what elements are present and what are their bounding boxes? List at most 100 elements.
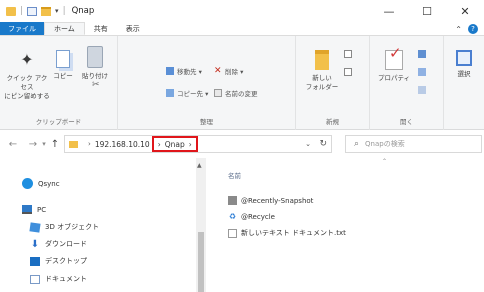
edit-button[interactable] — [418, 68, 426, 76]
new-folder-icon[interactable] — [41, 6, 52, 16]
history-button[interactable] — [418, 86, 426, 94]
recent-locations-button[interactable]: ▾ — [40, 140, 48, 148]
minimize-button[interactable]: — — [370, 0, 408, 22]
maximize-button[interactable]: ☐ — [408, 0, 446, 22]
properties-icon[interactable] — [27, 6, 38, 16]
refresh-button[interactable]: ↻ — [319, 139, 327, 149]
copy-button[interactable]: コピー — [52, 50, 74, 81]
file-name: @Recycle — [241, 212, 275, 221]
breadcrumb-current-highlight[interactable]: › Qnap › — [151, 136, 198, 152]
back-button[interactable]: ← — [6, 139, 20, 150]
up-button[interactable]: ↑ — [48, 139, 62, 150]
qsync-icon — [22, 178, 33, 189]
properties-label: プロパティ — [377, 74, 411, 82]
help-icon[interactable]: ? — [468, 24, 478, 34]
search-placeholder: Qnapの検索 — [365, 140, 405, 148]
rename-button[interactable]: 名前の変更 — [214, 88, 258, 98]
delete-label: 削除 ▾ — [225, 68, 244, 76]
pin-to-quick-access-button[interactable]: ✦ クイック アクセス にピン留めする — [4, 50, 50, 101]
nav-item-label: Qsync — [38, 179, 60, 188]
tab-home[interactable]: ホーム — [44, 22, 85, 35]
new-item-icon — [344, 50, 352, 58]
nav-item-qsync[interactable]: Qsync — [22, 178, 60, 189]
pin-label-line2: にピン留めする — [4, 92, 50, 100]
ribbon-tabs: ファイル ホーム 共有 表示 ⌃ ? — [0, 22, 484, 36]
new-item-button[interactable] — [344, 50, 352, 58]
recycle-bin-icon: ♻ — [228, 212, 237, 221]
window-controls: — ☐ ✕ — [370, 0, 484, 22]
file-row-text-document[interactable]: 新しいテキスト ドキュメント.txt — [228, 228, 346, 238]
open-group-label: 開く — [400, 118, 413, 126]
nav-item-3d-objects[interactable]: 3D オブジェクト — [29, 221, 99, 233]
tab-file[interactable]: ファイル — [0, 22, 44, 35]
copy-to-button[interactable]: コピー先 ▾ — [166, 88, 208, 98]
move-to-icon — [166, 67, 174, 75]
desktop-icon — [30, 256, 40, 266]
folder-icon — [69, 140, 78, 148]
nav-item-label: PC — [37, 205, 47, 214]
title-bar: | ▾ | Qnap — ☐ ✕ — [0, 0, 484, 22]
nav-item-pc[interactable]: PC — [22, 205, 46, 214]
file-row-recently-snapshot[interactable]: @Recently-Snapshot — [228, 196, 313, 205]
nav-item-desktop[interactable]: デスクトップ — [30, 256, 87, 266]
breadcrumb-separator[interactable]: › — [88, 140, 91, 148]
tab-view[interactable]: 表示 — [117, 22, 149, 35]
snapshot-folder-icon — [228, 196, 237, 205]
ribbon-collapse-icon[interactable]: ⌃ — [455, 25, 462, 34]
rename-icon — [214, 89, 222, 97]
tab-share[interactable]: 共有 — [85, 22, 117, 35]
copy-label: コピー — [53, 72, 73, 80]
edit-icon — [418, 68, 426, 76]
text-file-icon — [228, 228, 237, 238]
search-box[interactable]: ⌕ Qnapの検索 — [345, 135, 482, 153]
nav-pane-scrollbar[interactable]: ▲ — [196, 158, 206, 292]
breadcrumb-separator: › — [157, 139, 161, 149]
chevron-down-icon[interactable]: ▾ — [55, 7, 59, 15]
select-button[interactable]: 選択 — [448, 50, 480, 79]
properties-icon — [385, 49, 403, 70]
address-bar[interactable]: › 192.168.10.10 › Qnap › ⌄ ↻ — [64, 135, 332, 153]
quick-access-toolbar: | ▾ | — [0, 6, 66, 16]
file-row-recycle[interactable]: ♻ @Recycle — [228, 212, 275, 221]
column-header-name[interactable]: 名前 — [228, 170, 241, 180]
forward-button[interactable]: → — [26, 139, 40, 150]
scroll-thumb[interactable] — [198, 232, 204, 292]
history-icon — [418, 86, 426, 94]
breadcrumb-current: Qnap — [164, 139, 185, 149]
select-all-icon — [456, 50, 472, 66]
easy-access-button[interactable] — [344, 68, 352, 76]
pin-icon: ✦ — [20, 50, 34, 69]
easy-access-icon — [344, 68, 352, 76]
toolbar-divider: | — [62, 6, 66, 16]
close-button[interactable]: ✕ — [446, 0, 484, 22]
3d-objects-icon — [29, 221, 41, 233]
new-folder-button[interactable]: 新しい フォルダー — [304, 50, 340, 92]
copy-to-icon — [166, 89, 174, 97]
address-row: ← → ▾ ↑ › 192.168.10.10 › Qnap › ⌄ ↻ ⌕ Q… — [0, 130, 484, 158]
scissors-icon: ✂ — [92, 80, 100, 90]
new-folder-label-line1: 新しい — [312, 74, 332, 82]
delete-button[interactable]: ✕ 削除 ▾ — [214, 66, 244, 77]
new-folder-icon — [315, 50, 329, 70]
cut-button[interactable]: ✂ — [92, 80, 100, 90]
clipboard-group-label: クリップボード — [35, 118, 82, 126]
nav-item-documents[interactable]: ドキュメント — [30, 274, 87, 284]
move-to-button[interactable]: 移動先 ▾ — [166, 66, 202, 76]
move-to-label: 移動先 ▾ — [177, 68, 202, 76]
ribbon: ✦ クイック アクセス にピン留めする コピー 貼り付け ✂ クリップボード 移… — [0, 36, 484, 130]
scroll-up-arrow[interactable]: ▲ — [197, 162, 202, 169]
ribbon-tab-controls: ⌃ ? — [455, 22, 478, 36]
open-button[interactable] — [418, 50, 426, 58]
nav-item-downloads[interactable]: ⬇ ダウンロード — [30, 239, 87, 249]
paste-button[interactable]: 貼り付け — [78, 46, 112, 81]
properties-button[interactable]: プロパティ — [374, 49, 414, 83]
address-history-dropdown[interactable]: ⌄ — [305, 140, 311, 148]
breadcrumb-host[interactable]: 192.168.10.10 — [95, 140, 150, 149]
open-group: プロパティ 開く — [370, 36, 444, 130]
nav-item-label: ダウンロード — [45, 240, 87, 248]
toolbar-divider: | — [20, 6, 24, 16]
copy-icon — [56, 50, 70, 68]
breadcrumb-separator: › — [188, 139, 192, 149]
copy-to-label: コピー先 ▾ — [177, 90, 209, 98]
new-folder-label-line2: フォルダー — [305, 83, 339, 91]
